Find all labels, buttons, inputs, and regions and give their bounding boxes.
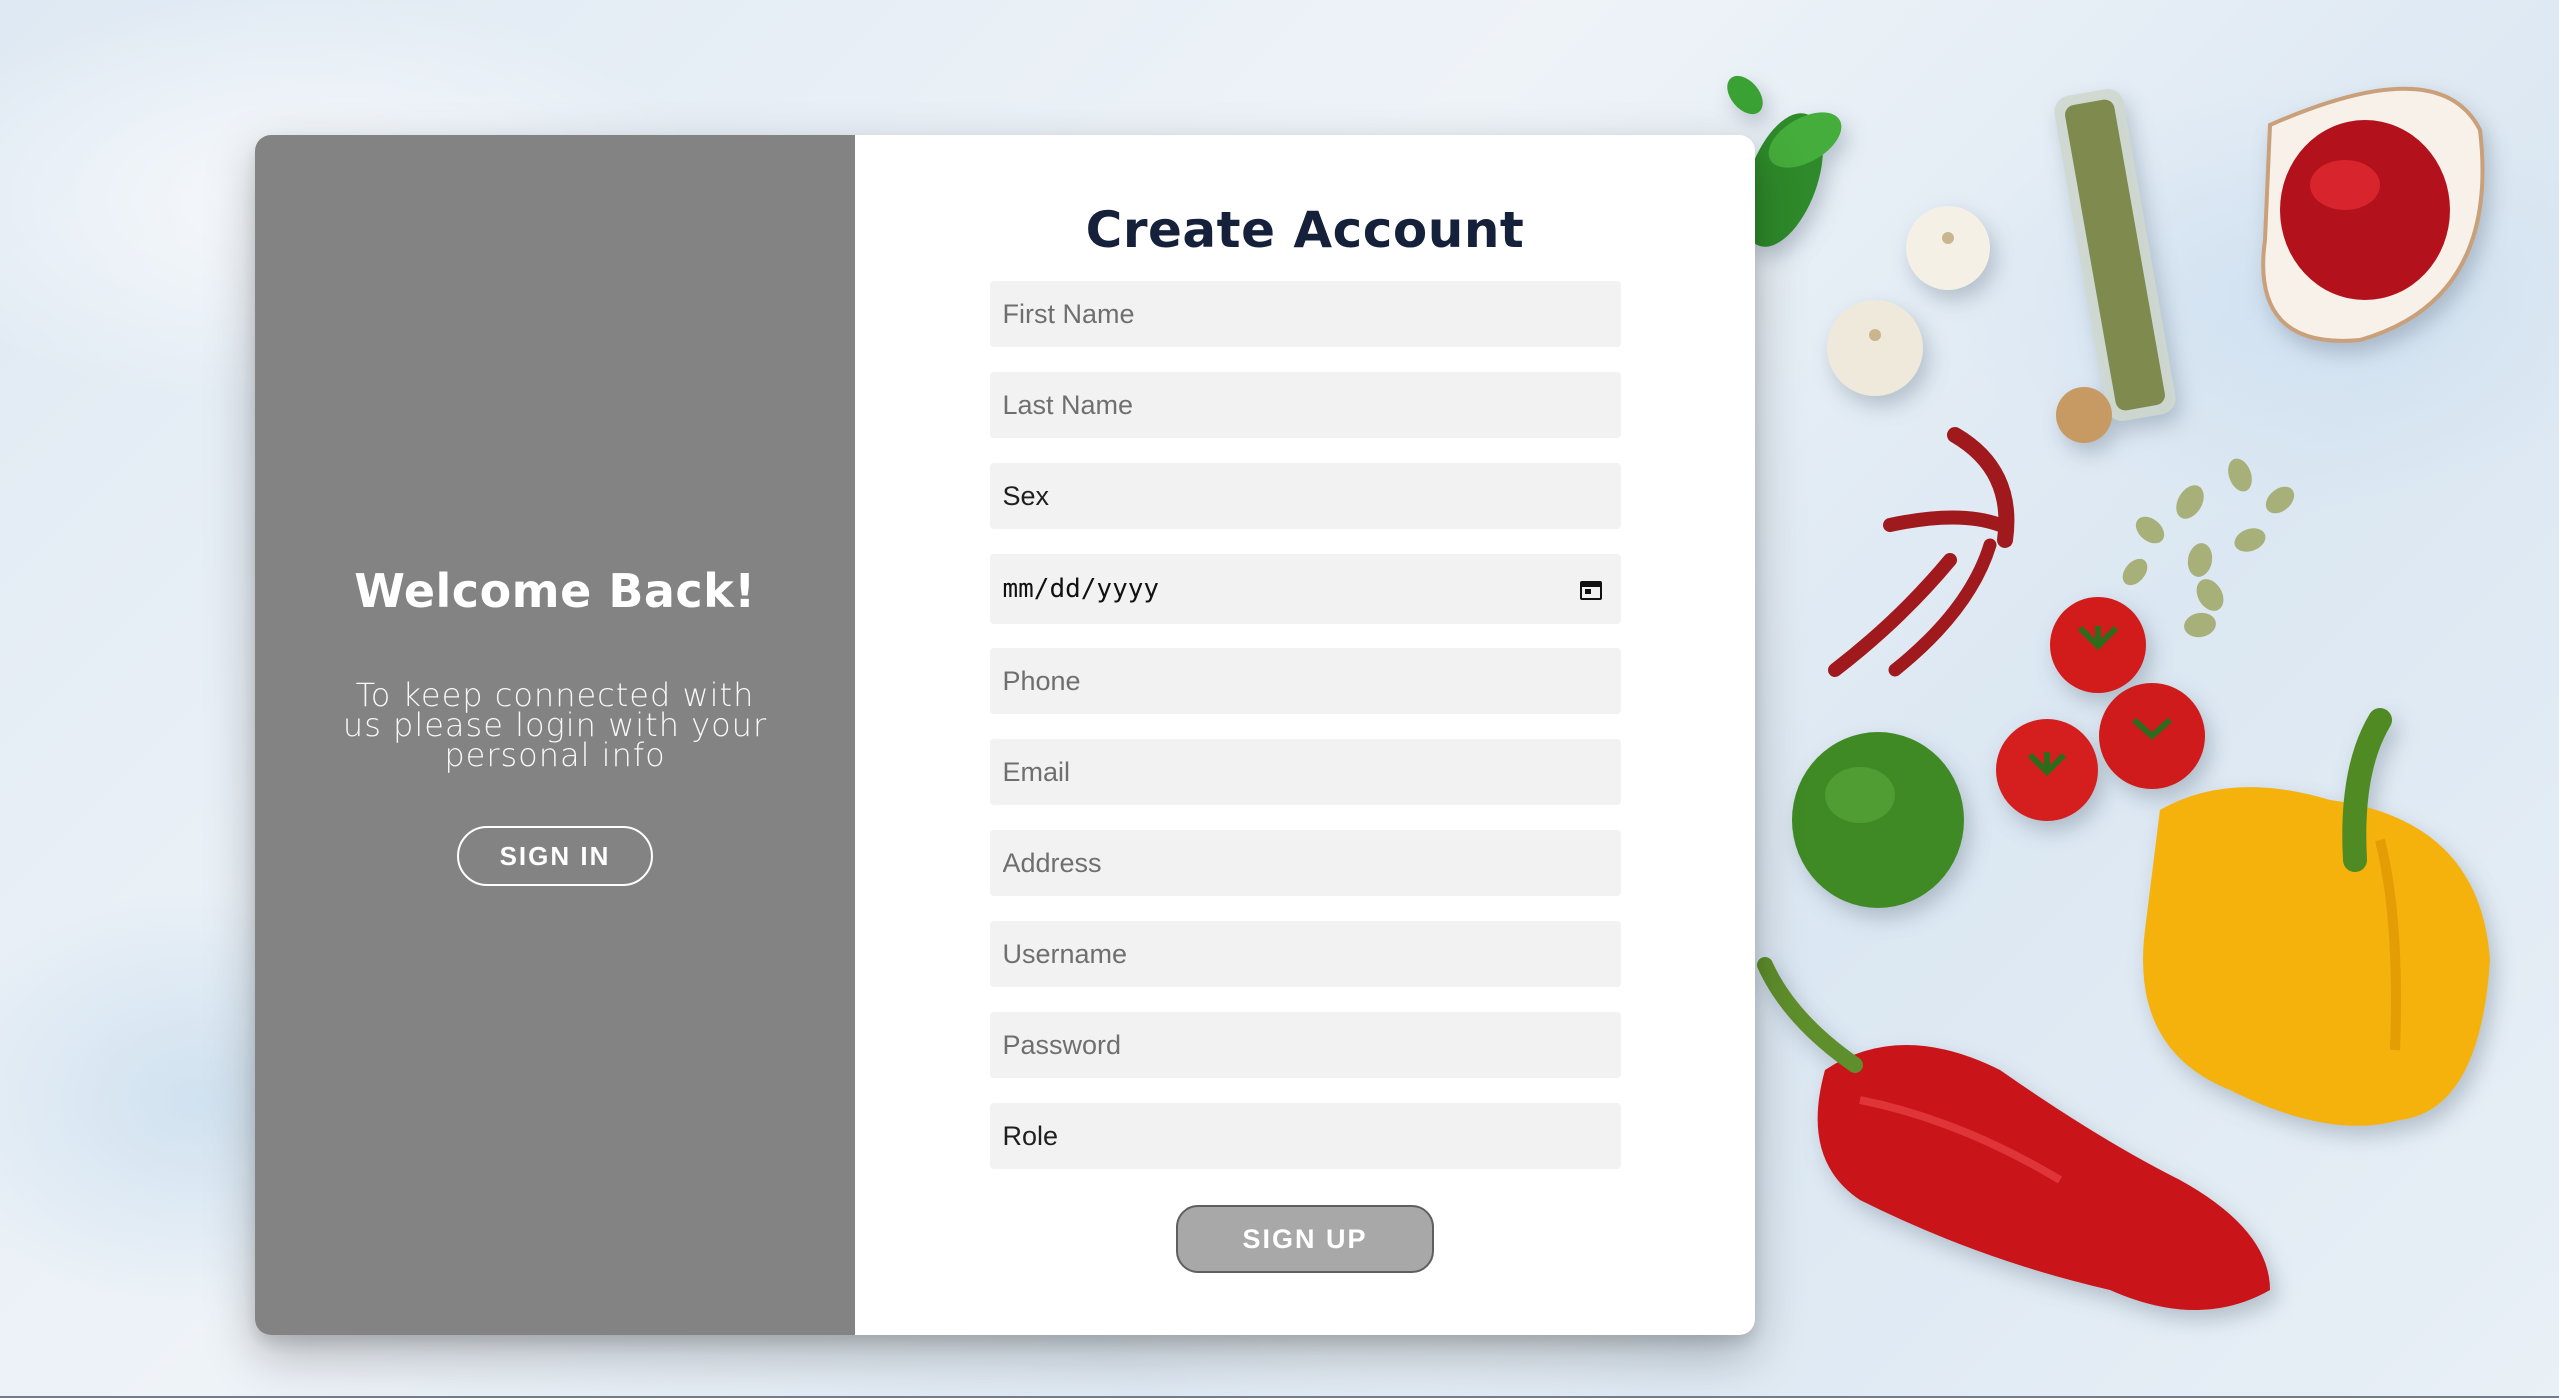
garlic-cloves <box>1827 206 1990 396</box>
sex-select-value: Sex <box>1002 480 1050 511</box>
create-account-title: Create Account <box>1085 201 1525 259</box>
address-field[interactable] <box>989 830 1621 896</box>
signin-overlay-panel: Welcome Back! To keep connected with us … <box>255 135 855 1335</box>
sign-in-button[interactable]: SIGN IN <box>457 826 653 886</box>
cherry-tomatoes <box>1996 597 2205 821</box>
signup-form: Sex mm/dd/yyyy Role SIGN UP <box>989 281 1621 1273</box>
password-field[interactable] <box>989 1012 1621 1078</box>
email-field[interactable] <box>989 739 1621 805</box>
pumpkin-seeds <box>2122 458 2295 638</box>
dried-chili-peppers <box>1828 427 2015 677</box>
role-select-value: Role <box>1002 1120 1059 1151</box>
role-select[interactable]: Role <box>989 1103 1621 1169</box>
last-name-field[interactable] <box>989 372 1621 438</box>
lime <box>1792 732 1964 908</box>
date-placeholder: mm/dd/yyyy <box>1002 574 1160 604</box>
welcome-message: To keep connected with us please login w… <box>342 676 768 774</box>
yellow-bell-pepper <box>2143 708 2490 1126</box>
calendar-icon[interactable] <box>1579 578 1602 600</box>
sign-up-button[interactable]: SIGN UP <box>1176 1205 1434 1273</box>
signup-panel: Create Account Sex mm/dd/yyyy Role SIGN … <box>855 135 1755 1335</box>
seeds-jar <box>2054 88 2176 443</box>
first-name-field[interactable] <box>989 281 1621 347</box>
ketchup-bowl <box>2261 86 2485 343</box>
username-field[interactable] <box>989 921 1621 987</box>
phone-field[interactable] <box>989 648 1621 714</box>
date-of-birth-field[interactable]: mm/dd/yyyy <box>989 554 1621 624</box>
sex-select[interactable]: Sex <box>989 463 1621 529</box>
auth-card: Welcome Back! To keep connected with us … <box>255 135 1755 1335</box>
welcome-heading: Welcome Back! <box>354 564 756 618</box>
